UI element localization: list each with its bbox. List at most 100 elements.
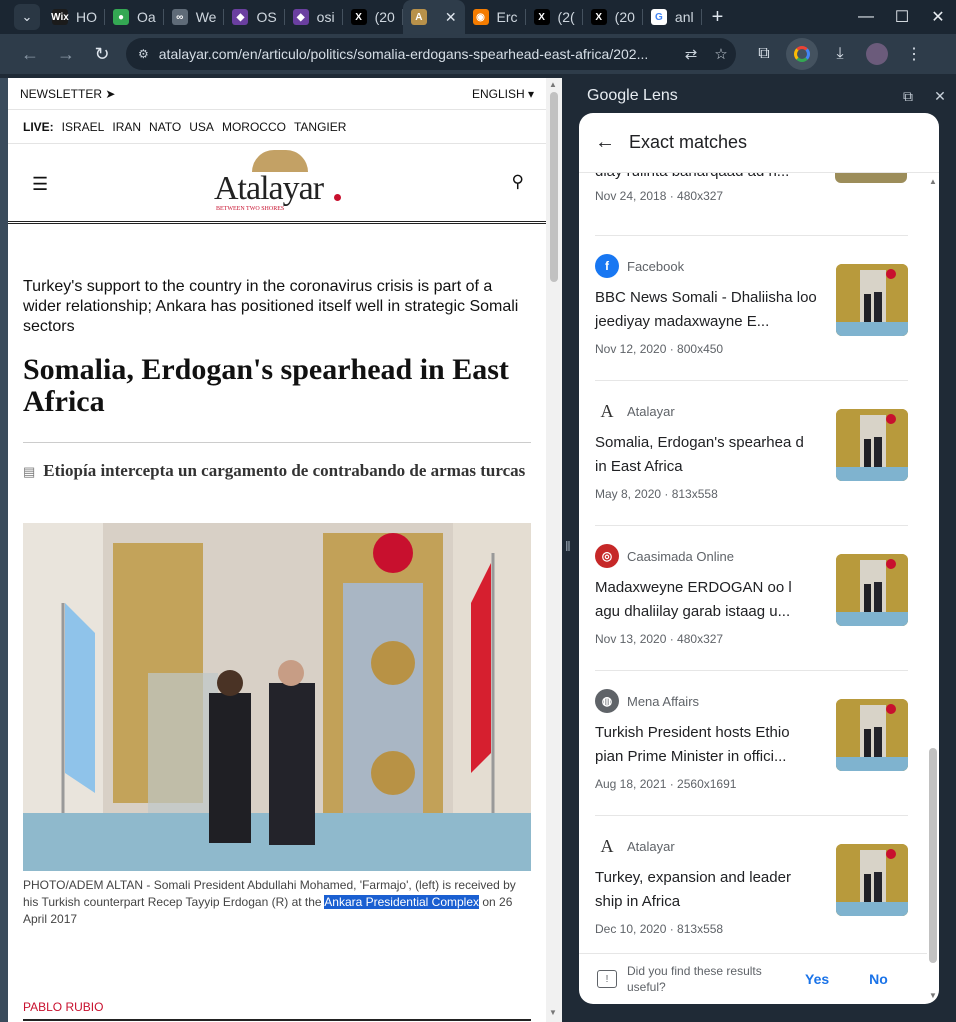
live-item[interactable]: IRAN: [112, 120, 141, 134]
send-icon: ➤: [105, 86, 116, 101]
feedback-no-button[interactable]: No: [869, 971, 888, 987]
facebook-icon: f: [595, 254, 619, 278]
search-icon[interactable]: ⚲: [512, 172, 524, 192]
minimize-icon[interactable]: —: [848, 8, 884, 26]
profile-avatar[interactable]: [866, 43, 888, 65]
list-item[interactable]: f Facebook BBC News Somali - Dhaliisha loo…: [595, 235, 908, 380]
related-article-title[interactable]: Etiopía intercepta un cargamento de cont…: [43, 462, 525, 480]
download-icon[interactable]: ⤓: [822, 45, 858, 63]
results-scroll-thumb[interactable]: [929, 748, 937, 963]
back-arrow-icon[interactable]: ←: [595, 131, 615, 154]
result-thumbnail[interactable]: [836, 264, 908, 336]
article-lead: Turkey's support to the country in the c…: [23, 278, 519, 335]
close-window-icon[interactable]: ✕: [920, 7, 956, 27]
result-thumbnail: [835, 173, 907, 183]
drag-handle-icon[interactable]: ‖: [565, 538, 571, 554]
author-name[interactable]: PABLO RUBIO: [23, 1000, 103, 1014]
browser-tab[interactable]: Ganl: [643, 0, 702, 34]
result-thumbnail[interactable]: [836, 699, 908, 771]
browser-tab[interactable]: X (2(: [526, 0, 583, 34]
google-icon: G: [650, 9, 667, 25]
related-article[interactable]: ▤ Etiopía intercepta un cargamento de co…: [23, 462, 533, 480]
site-info-icon[interactable]: ⚙: [138, 47, 149, 61]
browser-tab[interactable]: ∞ We: [164, 0, 225, 34]
result-title[interactable]: Turkish President hosts Ethio pian Prime…: [595, 721, 817, 769]
scroll-down-icon[interactable]: ▼: [549, 1008, 557, 1017]
live-item[interactable]: USA: [189, 120, 214, 134]
list-item[interactable]: diay rulinta baharqaad ad n... Nov 24, 2…: [595, 173, 908, 203]
browser-tab[interactable]: Wix HO: [44, 0, 105, 34]
scroll-down-icon[interactable]: ▼: [929, 991, 937, 1000]
language-select[interactable]: ENGLISH ▾: [472, 87, 534, 101]
source-name: Atalayar: [627, 838, 675, 854]
results-scrollbar[interactable]: ▲ ▼: [927, 173, 939, 1004]
menu-kebab-icon[interactable]: ⋮: [896, 44, 932, 64]
selected-text[interactable]: Ankara Presidential Complex: [324, 895, 480, 909]
bookmark-star-icon[interactable]: ☆: [706, 45, 736, 63]
result-thumbnail[interactable]: [836, 554, 908, 626]
close-tab-icon[interactable]: ✕: [445, 9, 457, 26]
new-tab-button[interactable]: +: [712, 6, 724, 29]
hamburger-menu-icon[interactable]: ☰: [32, 174, 48, 195]
browser-tab[interactable]: A ✕: [402, 0, 465, 34]
tab-label: We: [195, 9, 217, 25]
result-title[interactable]: Somalia, Erdogan's spearhea d in East Af…: [595, 431, 817, 479]
tab-label: (20: [614, 9, 635, 25]
tab-label: (20: [374, 9, 395, 25]
translate-icon[interactable]: ⇄: [676, 45, 706, 63]
newsletter-link[interactable]: NEWSLETTER ➤: [20, 87, 115, 101]
extensions-icon[interactable]: ⧉: [746, 45, 782, 63]
section-title: Exact matches: [629, 132, 748, 152]
lens-panel-header: Google Lens ⧉ ✕: [578, 78, 956, 114]
panel-splitter[interactable]: ‖: [562, 78, 578, 1022]
live-item[interactable]: MOROCCO: [222, 120, 286, 134]
list-item[interactable]: A Atalayar Somalia, Erdogan's spearhea d i…: [595, 380, 908, 525]
browser-tab[interactable]: ◉ Erc: [465, 0, 526, 34]
forward-icon[interactable]: →: [48, 36, 84, 72]
browser-tab[interactable]: ● Oa: [105, 0, 164, 34]
live-item[interactable]: ISRAEL: [62, 120, 105, 134]
lens-panel-title: Google Lens: [587, 87, 678, 104]
live-item[interactable]: NATO: [149, 120, 181, 134]
page-scrollbar[interactable]: ▲ ▼: [546, 78, 562, 1022]
result-title[interactable]: Madaxweyne ERDOGAN oo l agu dhaliilay ga…: [595, 576, 817, 624]
link-icon: ∞: [171, 9, 188, 25]
result-title[interactable]: Turkey, expansion and leader ship in Afr…: [595, 866, 817, 914]
close-panel-icon[interactable]: ✕: [924, 88, 956, 105]
tab-label: Erc: [496, 9, 518, 25]
tab-label: anl: [674, 9, 694, 25]
address-bar[interactable]: ⚙ atalayar.com/en/articulo/politics/soma…: [126, 38, 736, 70]
tab-search-button[interactable]: ⌄: [14, 4, 40, 30]
feedback-icon: !: [597, 970, 617, 988]
result-title[interactable]: BBC News Somali - Dhaliisha loo jeediyay…: [595, 286, 817, 334]
back-icon[interactable]: ←: [12, 36, 48, 72]
google-lens-button[interactable]: [786, 38, 818, 70]
background-page-edge: [0, 78, 8, 1022]
results-list: diay rulinta baharqaad ad n... Nov 24, 2…: [579, 173, 927, 953]
browser-tab[interactable]: X (20: [583, 0, 643, 34]
url-text[interactable]: atalayar.com/en/articulo/politics/somali…: [159, 46, 676, 62]
site-logo[interactable]: Atalayar BETWEEN TWO SHORES: [214, 150, 344, 216]
open-in-new-tab-icon[interactable]: ⧉: [892, 88, 924, 105]
result-thumbnail[interactable]: [836, 844, 908, 916]
result-thumbnail[interactable]: [836, 409, 908, 481]
feedback-yes-button[interactable]: Yes: [805, 971, 829, 987]
feedback-bar: ! Did you find these results useful? Yes…: [579, 953, 927, 1004]
reload-icon[interactable]: ↻: [84, 36, 120, 72]
page-scroll-thumb[interactable]: [550, 92, 558, 282]
live-item[interactable]: TANGIER: [294, 120, 346, 134]
scroll-up-icon[interactable]: ▲: [929, 177, 937, 186]
list-item[interactable]: ◎ Caasimada Online Madaxweyne ERDOGAN oo l…: [595, 525, 908, 670]
maximize-icon[interactable]: ☐: [884, 7, 920, 27]
divider: [23, 442, 531, 443]
browser-tab[interactable]: ◆ OS: [224, 0, 285, 34]
photo-illustration: [23, 523, 531, 871]
logo-tagline: BETWEEN TWO SHORES: [216, 206, 285, 212]
browser-tab[interactable]: X (20: [343, 0, 403, 34]
list-item[interactable]: ◍ Mena Affairs Turkish President hosts Eth…: [595, 670, 908, 815]
list-item[interactable]: A Atalayar Turkey, expansion and leader sh…: [595, 815, 908, 953]
browser-tab[interactable]: ◆ osi: [285, 0, 343, 34]
result-meta: Aug 18, 2021 · 2560x1691: [595, 777, 737, 791]
scroll-up-icon[interactable]: ▲: [549, 80, 557, 89]
browser-window: ⌄ Wix HO ● Oa ∞ We ◆ OS ◆ osi X (20 A ✕ ◉ Erc X (2(X (20 Ga…: [0, 0, 956, 1022]
